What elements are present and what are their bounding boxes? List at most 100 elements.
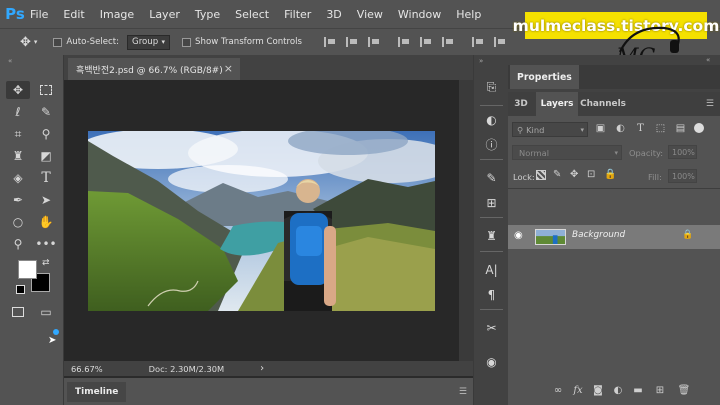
- new-layer-icon[interactable]: ⊞: [654, 384, 666, 396]
- lock-pixels-icon[interactable]: ✎: [553, 169, 561, 180]
- chevron-down-icon: ▾: [161, 38, 166, 46]
- menu-image[interactable]: Image: [100, 8, 134, 21]
- right-collapse-icon[interactable]: «: [706, 56, 710, 64]
- delete-layer-icon[interactable]: 🗑: [678, 384, 691, 396]
- filter-toggle-icon[interactable]: [694, 123, 704, 133]
- new-group-icon[interactable]: ▬: [632, 384, 644, 396]
- status-arrow-icon[interactable]: ›: [260, 363, 264, 374]
- panel-collapse-icon[interactable]: «: [8, 57, 12, 65]
- opacity-label: Opacity:: [629, 148, 664, 158]
- default-colors-icon[interactable]: [16, 285, 25, 294]
- info-icon[interactable]: ⓘ: [480, 134, 503, 155]
- menu-type[interactable]: Type: [195, 8, 220, 21]
- auto-select-checkbox[interactable]: [53, 37, 63, 47]
- pixel-filter-icon[interactable]: ▣: [595, 123, 606, 134]
- filter-kind-dropdown[interactable]: ⚲ Kind ▾: [512, 122, 588, 137]
- more-options-icon[interactable]: ➤: [46, 329, 60, 346]
- distribute-top-icon[interactable]: [472, 37, 484, 47]
- add-mask-icon[interactable]: ◙: [592, 384, 604, 396]
- link-layers-icon[interactable]: ∞: [552, 384, 564, 396]
- tab-3d[interactable]: 3D: [510, 92, 532, 116]
- align-top-icon[interactable]: [324, 37, 336, 47]
- tab-channels[interactable]: Channels: [580, 92, 626, 116]
- move-tool-icon[interactable]: ✥: [6, 81, 30, 99]
- screen-mode-icon[interactable]: ▭: [34, 303, 58, 321]
- eyedropper-tool-icon[interactable]: ⚲: [34, 125, 58, 143]
- show-transform-checkbox[interactable]: [182, 37, 192, 47]
- shape-filter-icon[interactable]: ⬚: [655, 123, 666, 134]
- align-right-icon[interactable]: [442, 37, 454, 47]
- chevron-down-icon[interactable]: ▾: [34, 38, 38, 46]
- distribute-center-icon[interactable]: [494, 37, 506, 47]
- eraser-tool-icon[interactable]: ◩: [34, 147, 58, 165]
- document-tab[interactable]: 흑백반전2.psd @ 66.7% (RGB/8#) ×: [68, 58, 240, 80]
- menu-file[interactable]: File: [30, 8, 48, 21]
- lock-all-icon[interactable]: 🔒: [604, 169, 616, 180]
- smart-object-filter-icon[interactable]: ▤: [675, 123, 686, 134]
- history-icon[interactable]: ⎘: [480, 77, 503, 98]
- clone-source-icon[interactable]: ♜: [480, 225, 503, 246]
- panel-menu-icon[interactable]: ☰: [459, 387, 467, 397]
- marquee-tool-icon[interactable]: [34, 81, 58, 99]
- lasso-tool-icon[interactable]: ℓ: [6, 103, 30, 121]
- paint-bucket-tool-icon[interactable]: ◈: [6, 169, 30, 187]
- lock-artboard-icon[interactable]: ⊡: [587, 169, 595, 180]
- paragraph-icon[interactable]: ¶: [480, 284, 503, 305]
- crop-tool-icon[interactable]: ⌗: [6, 125, 30, 143]
- panel-menu-icon[interactable]: ☰: [706, 99, 714, 109]
- brush-presets-icon[interactable]: ⊞: [480, 192, 503, 213]
- vertical-scrollbar[interactable]: [459, 80, 473, 361]
- new-adjustment-icon[interactable]: ◐: [612, 384, 624, 396]
- path-select-tool-icon[interactable]: ➤: [34, 191, 58, 209]
- character-icon[interactable]: A|: [480, 259, 503, 280]
- layer-style-icon[interactable]: fx: [572, 384, 584, 396]
- pen-tool-icon[interactable]: ✒: [6, 191, 30, 209]
- menu-3d[interactable]: 3D: [326, 8, 341, 21]
- layer-row-background[interactable]: ◉ Background 🔒: [508, 225, 720, 249]
- tab-layers[interactable]: Layers: [536, 92, 578, 116]
- chevron-down-icon: ▾: [580, 125, 584, 134]
- fill-input[interactable]: 100%: [668, 169, 697, 183]
- quick-select-tool-icon[interactable]: ✎: [34, 103, 58, 121]
- align-left-icon[interactable]: [398, 37, 410, 47]
- adjustments-icon[interactable]: ◐: [480, 109, 503, 130]
- brush-icon[interactable]: ✎: [480, 167, 503, 188]
- timeline-tab[interactable]: Timeline: [67, 381, 127, 402]
- foreground-color-swatch[interactable]: [18, 260, 37, 279]
- more-tools-icon[interactable]: •••: [34, 235, 58, 253]
- canvas-area[interactable]: [64, 80, 459, 361]
- lock-transparent-icon[interactable]: [536, 170, 546, 180]
- menu-window[interactable]: Window: [398, 8, 441, 21]
- libraries-icon[interactable]: ◉: [480, 351, 503, 372]
- align-horizontal-center-icon[interactable]: [420, 37, 432, 47]
- ellipse-tool-icon[interactable]: ○: [6, 213, 30, 231]
- align-bottom-icon[interactable]: [368, 37, 380, 47]
- quick-mask-icon[interactable]: [6, 303, 30, 321]
- dock-collapse-icon[interactable]: »: [479, 57, 483, 65]
- menu-view[interactable]: View: [357, 8, 383, 21]
- menu-help[interactable]: Help: [456, 8, 481, 21]
- type-tool-icon[interactable]: T: [34, 169, 58, 187]
- zoom-tool-icon[interactable]: ⚲: [6, 235, 30, 253]
- eye-icon[interactable]: ◉: [514, 230, 523, 241]
- close-icon[interactable]: ×: [224, 62, 233, 75]
- properties-tab[interactable]: Properties: [510, 65, 579, 89]
- move-tool-preset-icon[interactable]: ✥: [20, 35, 31, 50]
- blend-mode-dropdown[interactable]: Normal ▾: [512, 145, 622, 160]
- stamp-tool-icon[interactable]: ♜: [6, 147, 30, 165]
- opacity-input[interactable]: 100%: [668, 145, 697, 159]
- align-vertical-center-icon[interactable]: [346, 37, 358, 47]
- menu-edit[interactable]: Edit: [63, 8, 84, 21]
- menu-filter[interactable]: Filter: [284, 8, 311, 21]
- layer-name[interactable]: Background: [572, 230, 625, 240]
- auto-select-dropdown[interactable]: Group ▾: [127, 34, 171, 50]
- type-filter-icon[interactable]: T: [635, 123, 646, 134]
- menu-layer[interactable]: Layer: [149, 8, 180, 21]
- swap-colors-icon[interactable]: ⇄: [42, 258, 50, 268]
- lock-position-icon[interactable]: ✥: [570, 169, 578, 180]
- menu-select[interactable]: Select: [235, 8, 269, 21]
- adjustment-filter-icon[interactable]: ◐: [615, 123, 626, 134]
- hand-tool-icon[interactable]: ✋: [34, 213, 58, 231]
- tool-presets-icon[interactable]: ✂: [480, 317, 503, 338]
- zoom-level[interactable]: 66.67%: [71, 364, 103, 374]
